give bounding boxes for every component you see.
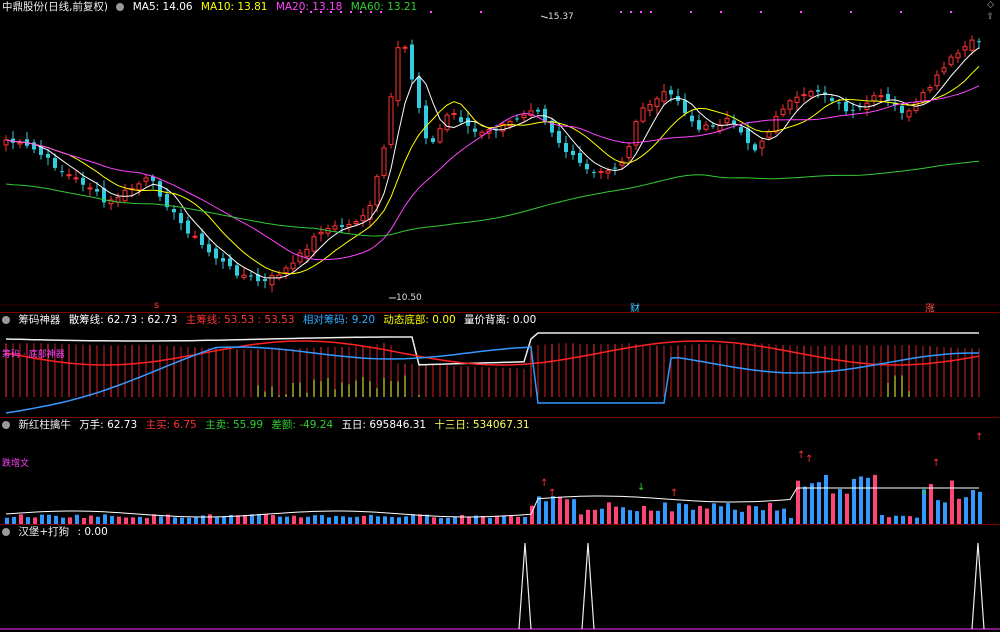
svg-text:↑: ↑ (548, 488, 556, 499)
chip-p1: 散筹线: 62.73 : 62.73 (68, 314, 178, 326)
vol-diff: 差额: -49.24 (271, 419, 334, 431)
ma10-label: MA10: 13.81 (200, 1, 268, 13)
vol-zhumai: 主卖: 55.99 (205, 419, 264, 431)
svg-text:↑: ↑ (670, 488, 678, 499)
signal-header: 汉堡+打狗 : 0.00 (2, 525, 113, 539)
volume-panel[interactable]: 新红柱擒牛 万手: 62.73 主买: 6.75 主卖: 55.99 差额: -… (0, 418, 1000, 524)
svg-text:↓: ↓ (920, 486, 928, 497)
svg-text:↑: ↑ (805, 454, 813, 465)
signal-chart (0, 542, 1000, 630)
chip-chart (5, 332, 980, 414)
chip-p5: 量价背离: 0.00 (464, 314, 537, 326)
volume-chart: ↑↑↓↑↑ ↑ ↑↑↓ (5, 432, 983, 524)
settings-circle-icon[interactable] (116, 3, 125, 11)
chip-p4: 动态底部: 0.00 (383, 314, 456, 326)
signal-panel[interactable]: 汉堡+打狗 : 0.00 (0, 525, 1000, 632)
candlestick-chart (0, 11, 1000, 306)
signal-value: : 0.00 (77, 526, 108, 538)
vol-settings-icon[interactable] (2, 421, 10, 429)
ma5-label: MA5: 14.06 (132, 1, 193, 13)
stock-title: 中鼎股份(日线,前复权) (2, 1, 109, 13)
volume-header: 新红柱擒牛 万手: 62.73 主买: 6.75 主卖: 55.99 差额: -… (2, 418, 535, 432)
chip-title: 筹码神器 (18, 314, 61, 326)
vol-wuri: 五日: 695846.31 (341, 419, 427, 431)
signal-settings-icon[interactable] (2, 528, 10, 536)
vol-title: 新红柱擒牛 (18, 419, 71, 431)
chip-settings-icon[interactable] (2, 316, 10, 324)
ma20-label: MA20: 13.18 (275, 1, 343, 13)
svg-text:↑: ↑ (932, 458, 940, 469)
low-price-label: 10.50 (396, 293, 422, 303)
vol-zhuli: 主买: 6.75 (145, 419, 197, 431)
vol-wanshou: 万手: 62.73 (79, 419, 138, 431)
svg-text:↑: ↑ (975, 432, 983, 443)
ma60-label: MA60: 13.21 (350, 1, 418, 13)
chip-p2: 主筹线: 53.53 : 53.53 (185, 314, 295, 326)
vol-tag: 跌增文 (2, 459, 30, 469)
chip-panel[interactable]: 筹码神器 散筹线: 62.73 : 62.73 主筹线: 53.53 : 53.… (0, 313, 1000, 417)
price-panel[interactable]: 中鼎股份(日线,前复权) MA5: 14.06 MA10: 13.81 MA20… (0, 0, 1000, 315)
chip-p3: 相对筹码: 9.20 (302, 314, 376, 326)
high-price-label: 15.37 (548, 12, 574, 22)
price-header: 中鼎股份(日线,前复权) MA5: 14.06 MA10: 13.81 MA20… (2, 0, 422, 14)
chip-header: 筹码神器 散筹线: 62.73 : 62.73 主筹线: 53.53 : 53.… (2, 313, 541, 327)
chip-overlay-text: 筹码 · 底部神器 (2, 350, 65, 360)
svg-text:↓: ↓ (637, 482, 645, 493)
vol-shisanri: 十三日: 534067.31 (434, 419, 530, 431)
marker-s: s (154, 300, 160, 311)
signal-title: 汉堡+打狗 (18, 526, 70, 538)
